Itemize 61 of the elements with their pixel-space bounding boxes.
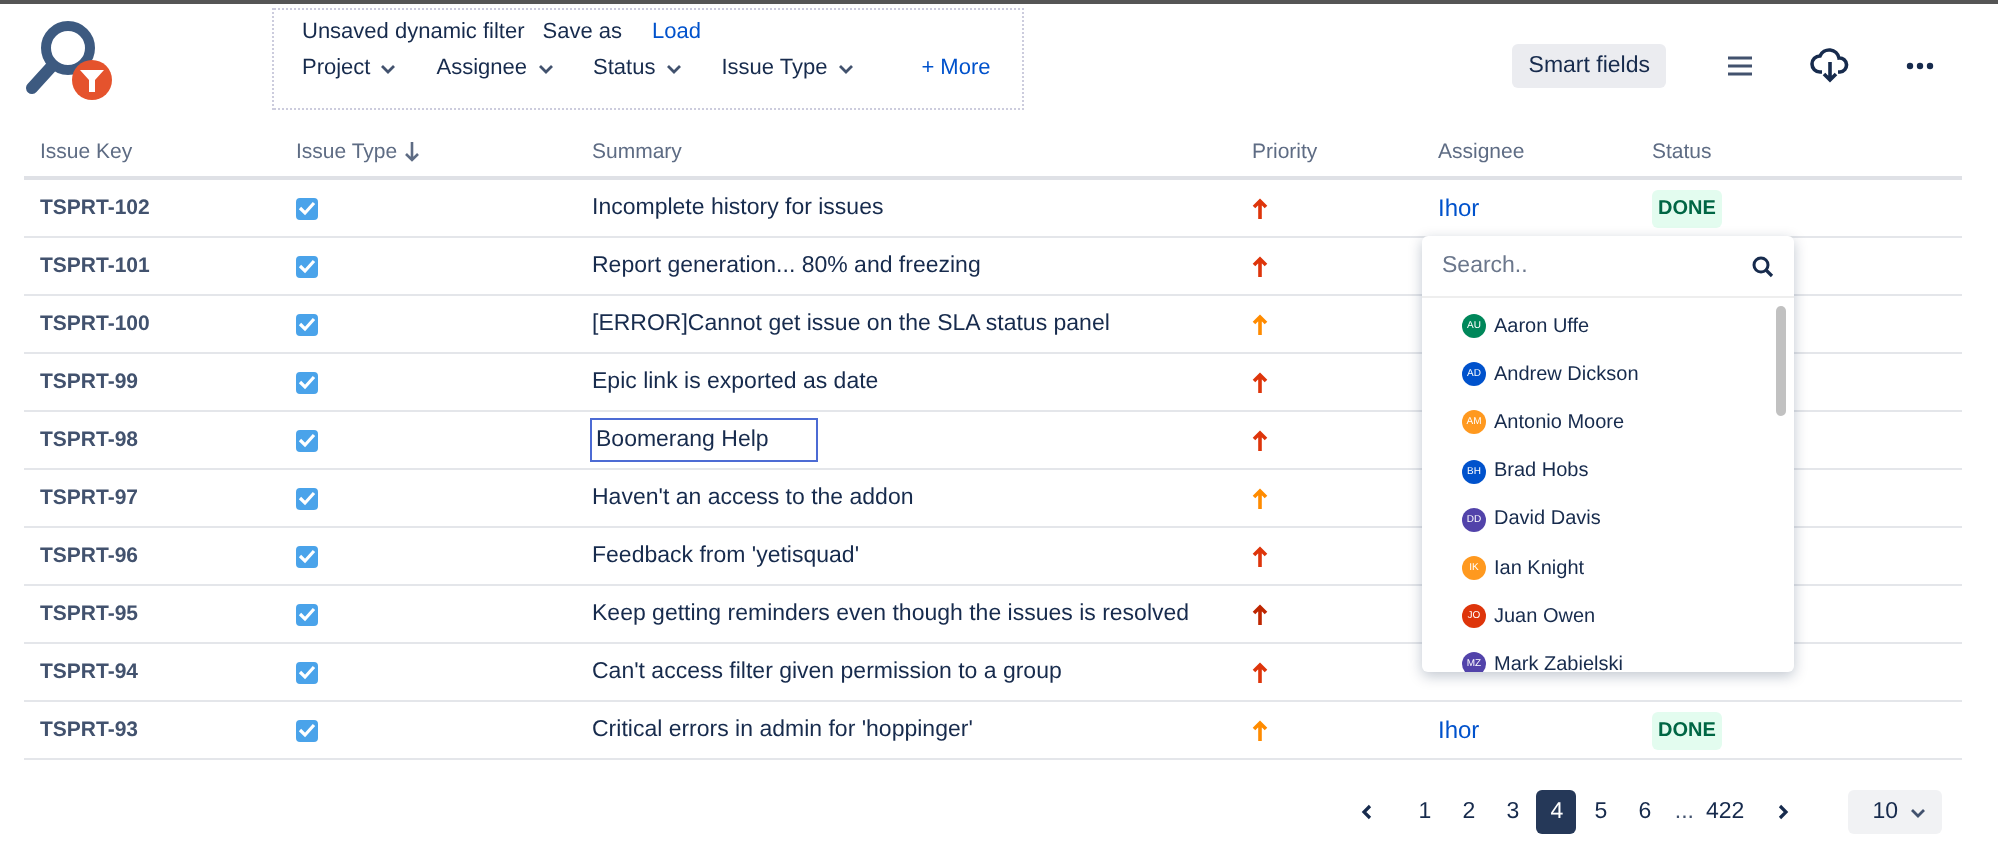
save-as-link[interactable]: Save as: [542, 20, 623, 44]
column-header[interactable]: Assignee: [1438, 140, 1525, 164]
chevron-down-icon: [1910, 807, 1926, 817]
status-lozenge: DONE: [1652, 189, 1722, 227]
summary-text[interactable]: Incomplete history for issues: [592, 196, 884, 220]
page-button[interactable]: 4: [1536, 790, 1577, 834]
page-ellipsis: ...: [1674, 800, 1695, 824]
filter-dropdown[interactable]: Assignee: [436, 56, 554, 80]
filter-dropdown[interactable]: Status: [593, 56, 682, 80]
menu-icon[interactable]: [1726, 56, 1754, 76]
summary-text[interactable]: Keep getting reminders even though the issues is resolved: [592, 602, 1190, 626]
assignee-link[interactable]: Ihor: [1438, 194, 1480, 222]
assignee-link[interactable]: Ihor: [1438, 716, 1480, 744]
summary-text[interactable]: Feedback from 'yetisquad': [592, 544, 860, 568]
smart-fields-button[interactable]: Smart fields: [1512, 44, 1666, 88]
column-header[interactable]: Status: [1652, 140, 1712, 164]
summary-text[interactable]: Can't access filter given permission to a group: [592, 660, 1062, 684]
issue-key[interactable]: TSPRT-102: [40, 196, 296, 220]
issue-key[interactable]: TSPRT-93: [40, 718, 296, 742]
chevron-down-icon: [665, 63, 682, 73]
issue-key[interactable]: TSPRT-98: [40, 428, 296, 452]
filter-title: Unsaved dynamic filter: [302, 20, 525, 44]
summary-text[interactable]: Haven't an access to the addon: [592, 486, 914, 510]
chevron-down-icon: [537, 63, 554, 73]
issue-key[interactable]: TSPRT-101: [40, 254, 296, 278]
column-header[interactable]: Summary: [592, 140, 682, 164]
more-filters-button[interactable]: + More: [921, 56, 991, 80]
issue-key[interactable]: TSPRT-97: [40, 486, 296, 510]
summary-text[interactable]: Critical errors in admin for 'hoppinger': [592, 718, 973, 742]
search-icon: [1752, 255, 1774, 277]
summary-input[interactable]: Boomerang Help: [590, 418, 818, 462]
more-icon[interactable]: [1906, 62, 1934, 70]
issue-key[interactable]: TSPRT-94: [40, 660, 296, 684]
issue-key[interactable]: TSPRT-99: [40, 370, 296, 394]
load-link[interactable]: Load: [652, 20, 702, 44]
page-size-dropdown[interactable]: 10: [1848, 790, 1942, 834]
page-button[interactable]: 6: [1624, 790, 1665, 834]
page-button[interactable]: 3: [1492, 790, 1533, 834]
column-header[interactable]: Priority: [1252, 140, 1318, 164]
chevron-right-icon: [1778, 804, 1791, 820]
sort-down-icon: [403, 142, 420, 162]
column-header[interactable]: Issue Key: [40, 140, 133, 164]
summary-text[interactable]: Epic link is exported as date: [592, 370, 879, 394]
chevron-down-icon: [380, 63, 397, 73]
issue-key[interactable]: TSPRT-95: [40, 602, 296, 626]
cloud-download-icon[interactable]: [1810, 48, 1850, 84]
filter-dropdown[interactable]: Project: [302, 56, 397, 80]
page-button[interactable]: 1: [1404, 790, 1445, 834]
issue-key[interactable]: TSPRT-96: [40, 544, 296, 568]
page-button[interactable]: 5: [1580, 790, 1621, 834]
page-button[interactable]: 422: [1704, 790, 1747, 834]
filter-dropdown[interactable]: Issue Type: [721, 56, 854, 80]
issue-key[interactable]: TSPRT-100: [40, 312, 296, 336]
column-header[interactable]: Issue Type: [296, 140, 420, 164]
scrollbar-thumb[interactable]: [1776, 306, 1786, 416]
chevron-down-icon: [837, 63, 854, 73]
summary-text[interactable]: Report generation... 80% and freezing: [592, 254, 981, 278]
summary-text[interactable]: [ERROR]Cannot get issue on the SLA status panel: [592, 312, 1110, 336]
status-lozenge: DONE: [1652, 711, 1722, 749]
chevron-left-icon: [1360, 804, 1373, 820]
page-button[interactable]: 2: [1448, 790, 1489, 834]
